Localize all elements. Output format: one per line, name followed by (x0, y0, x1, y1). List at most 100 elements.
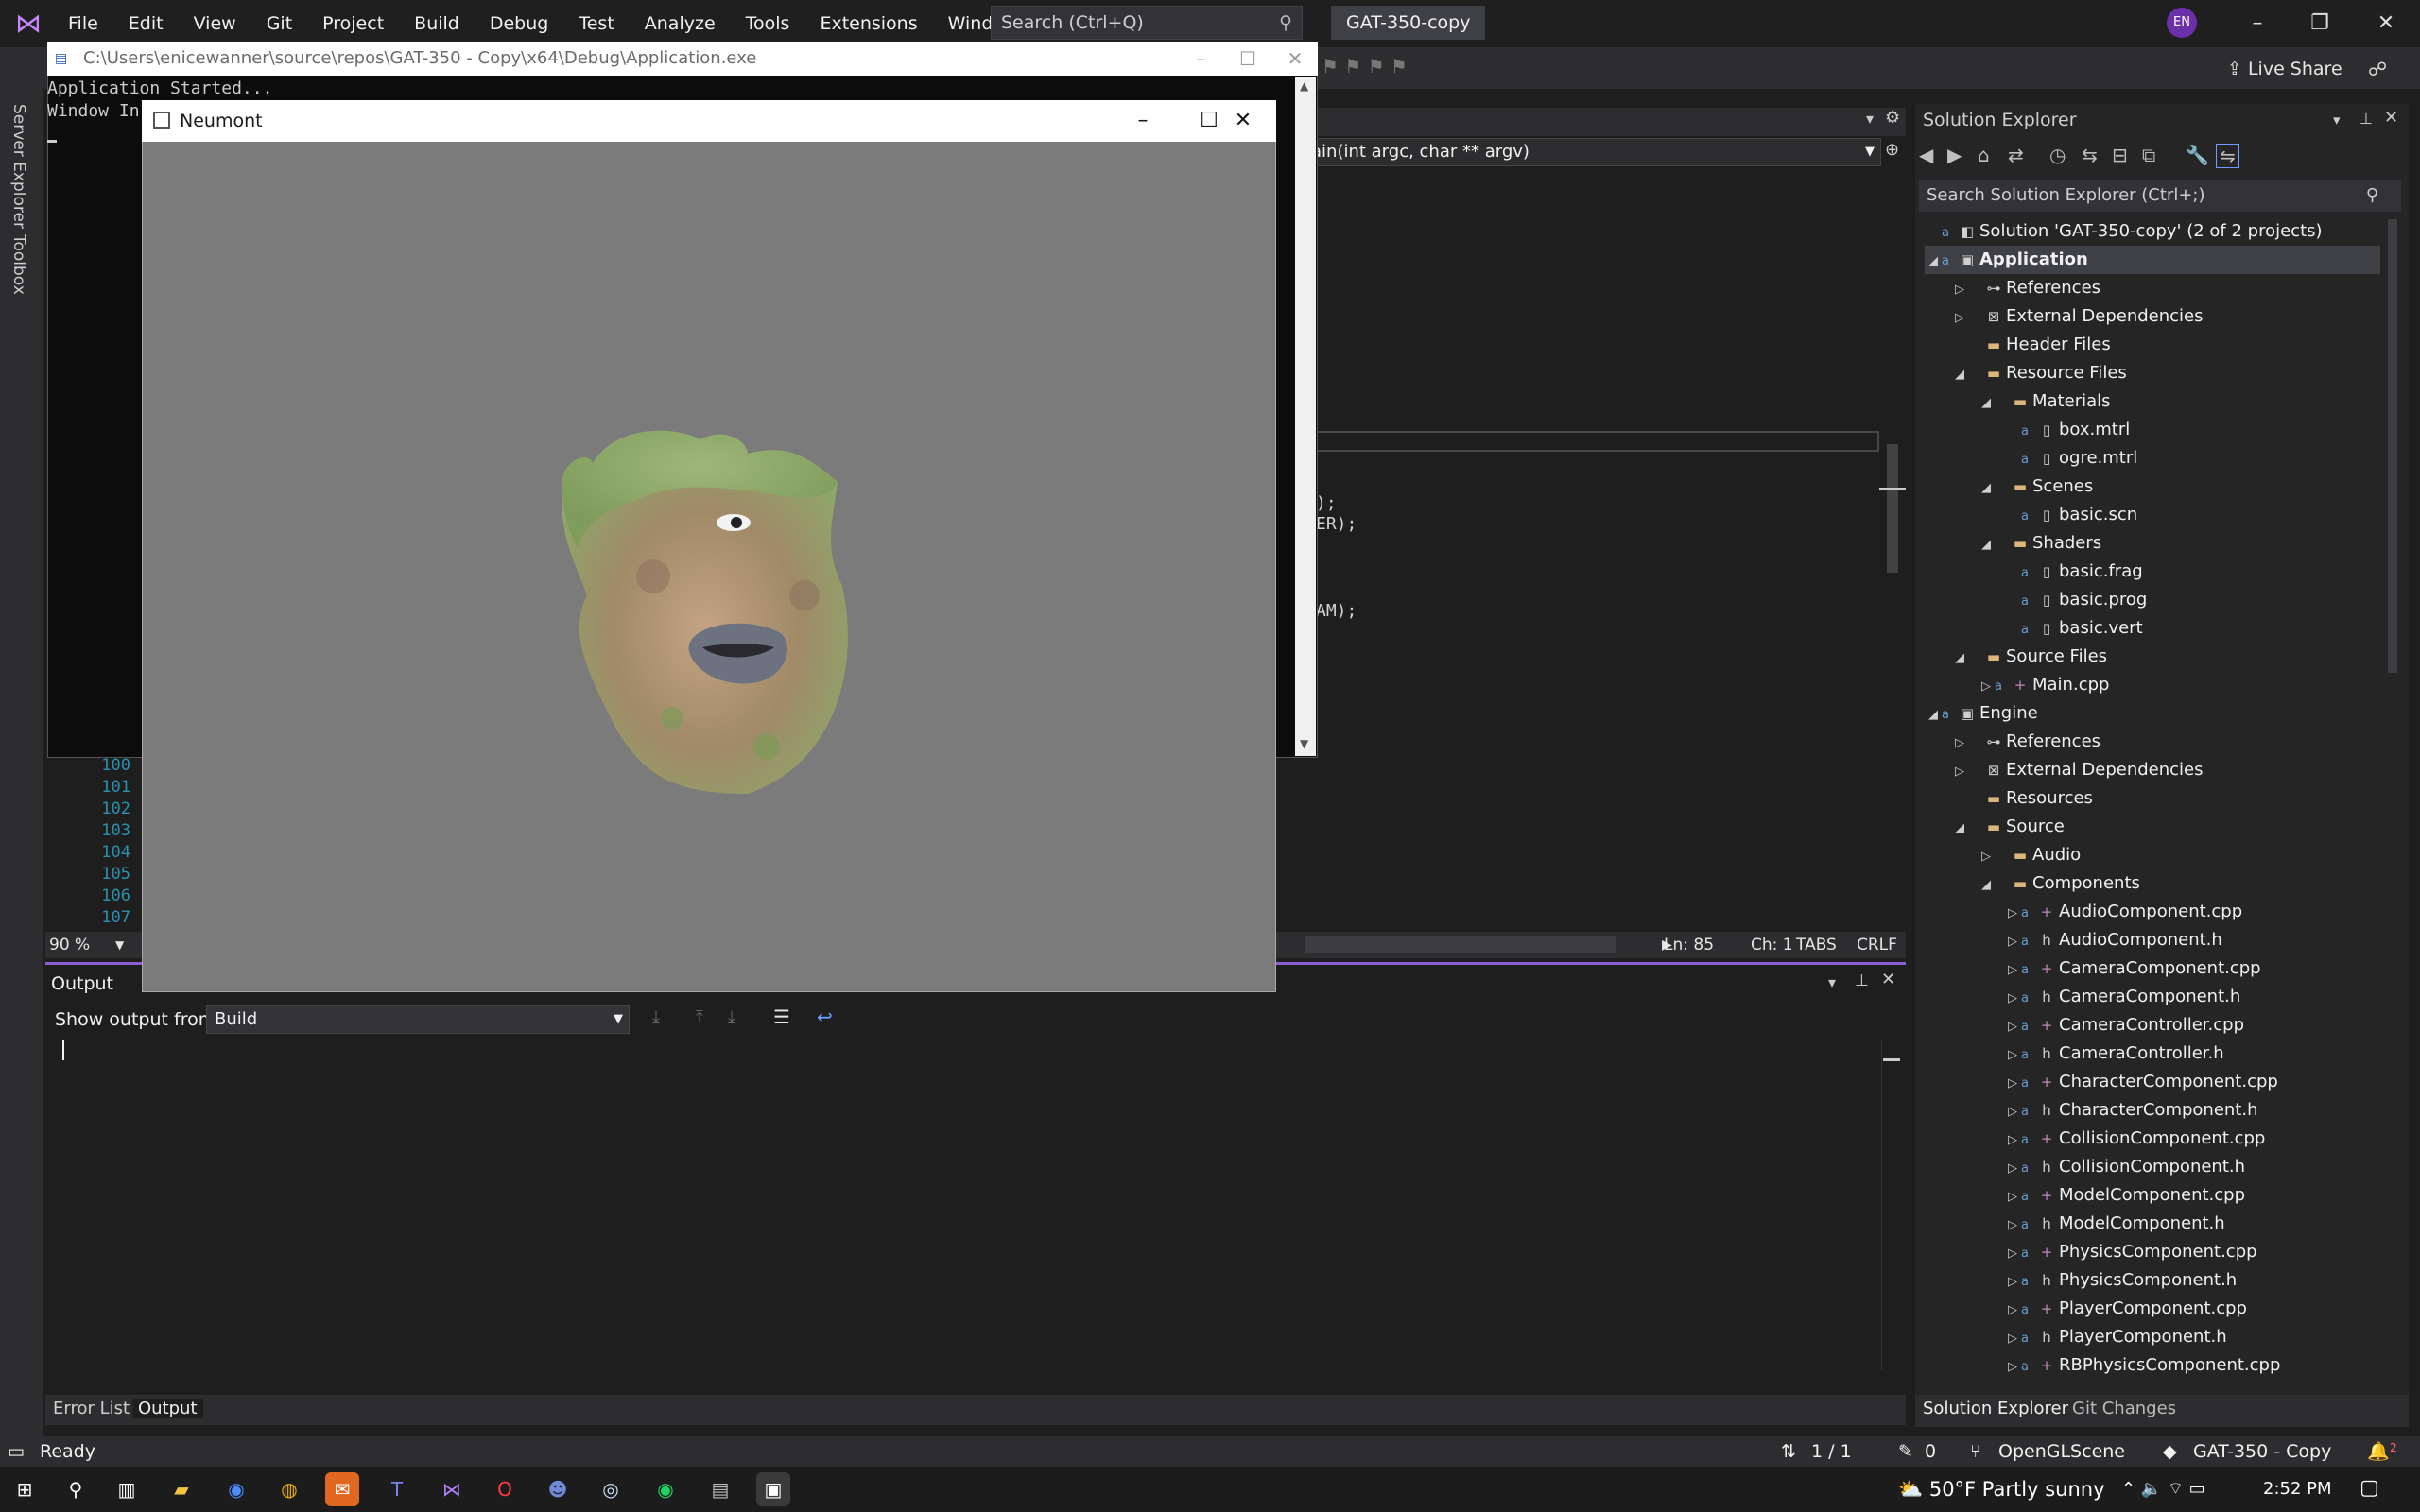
menu-test[interactable]: Test (563, 0, 629, 47)
pin-icon[interactable]: ⊥ (1855, 971, 1869, 990)
search-icon[interactable]: ⚲ (59, 1472, 93, 1506)
windows-start-icon[interactable]: ⊞ (8, 1472, 42, 1506)
menu-tools[interactable]: Tools (731, 0, 805, 47)
tree-scroll-thumb[interactable] (2388, 219, 2397, 673)
minimize-icon[interactable]: – (1110, 100, 1176, 142)
collapsed-arrow-icon[interactable]: ▷ (1951, 758, 1968, 786)
expanded-arrow-icon[interactable]: ◢ (1978, 871, 1995, 900)
opera-icon[interactable]: O (488, 1472, 522, 1506)
panel-options-icon[interactable]: ▾ (1828, 973, 1836, 991)
member-dropdown[interactable]: ain(int argc, char ** argv) ▼ (1305, 138, 1881, 166)
tree-item[interactable]: ▷ a + RBPhysicsComponent.cpp (2004, 1351, 2280, 1380)
collapsed-arrow-icon[interactable]: ▷ (2004, 1240, 2021, 1268)
scroll-down-icon[interactable]: ▼ (1300, 737, 1308, 750)
expanded-arrow-icon[interactable]: ◢ (1978, 531, 1995, 559)
collapsed-arrow-icon[interactable]: ▷ (2004, 956, 2021, 985)
tree-item[interactable]: ▷ a h PlayerComponent.h (2004, 1323, 2227, 1351)
close-icon[interactable]: ✕ (1267, 42, 1323, 76)
tree-item[interactable]: ▷ a h AudioComponent.h (2004, 926, 2222, 954)
console-scrollbar[interactable]: ▲ ▼ (1295, 77, 1316, 756)
tree-item[interactable]: ▷ ⊠ External Dependencies (1951, 302, 2204, 331)
visual-studio-icon[interactable]: ⋈ (435, 1472, 469, 1506)
collapsed-arrow-icon[interactable]: ▷ (2004, 1183, 2021, 1211)
close-icon[interactable]: ✕ (1210, 100, 1276, 142)
repo-name[interactable]: GAT-350 - Copy (2193, 1436, 2331, 1467)
steam-icon[interactable]: ◎ (594, 1472, 628, 1506)
prev-message-icon[interactable]: ⤒ (696, 1007, 703, 1027)
home-icon[interactable]: ⌂ (1978, 144, 1990, 166)
task-view-icon[interactable]: ▥ (110, 1472, 144, 1506)
tree-item[interactable]: a ▯ basic.vert (2004, 614, 2143, 643)
nav-count[interactable]: 1 / 1 (1811, 1436, 1852, 1467)
output-horizontal-scrollbar[interactable] (51, 1374, 1881, 1391)
output-vertical-scrollbar[interactable] (1881, 1040, 1900, 1370)
collapsed-arrow-icon[interactable]: ▷ (2004, 1098, 2021, 1126)
repo-icon[interactable]: ◆ (2163, 1436, 2177, 1467)
switch-views-icon[interactable]: ⇄ (2008, 144, 2024, 166)
collapsed-arrow-icon[interactable]: ▷ (2004, 1325, 2021, 1353)
collapsed-arrow-icon[interactable]: ▷ (1951, 276, 1968, 304)
tree-item[interactable]: a ◧ Solution 'GAT-350-copy' (2 of 2 projec… (1925, 217, 2323, 246)
restore-icon[interactable]: ❐ (2291, 0, 2348, 47)
file-explorer-icon[interactable]: ▰ (164, 1472, 199, 1506)
line-ending-indicator[interactable]: CRLF (1857, 932, 1897, 958)
tree-item[interactable]: ▷ a h CameraController.h (2004, 1040, 2224, 1068)
tab-list-dropdown-icon[interactable]: ▾ (1866, 110, 1874, 128)
next-message-icon[interactable]: ⤓ (728, 1007, 735, 1027)
menu-analyze[interactable]: Analyze (630, 0, 731, 47)
find-message-icon[interactable]: ⤓ (652, 1007, 660, 1027)
tree-item[interactable]: ◢ ▬ Materials (1978, 387, 2111, 416)
collapsed-arrow-icon[interactable]: ▷ (2004, 1041, 2021, 1070)
close-icon[interactable]: ✕ (2358, 0, 2414, 47)
collapse-all-icon[interactable]: ⊟ (2112, 144, 2128, 166)
minimize-icon[interactable]: – (2229, 0, 2286, 47)
tree-item[interactable]: a ▯ basic.scn (2004, 501, 2137, 529)
properties-icon[interactable]: 🔧 (2186, 144, 2209, 166)
spotify-icon[interactable]: ◉ (648, 1472, 683, 1506)
tree-item[interactable]: ▷ a h CharacterComponent.h (2004, 1096, 2258, 1125)
tree-item[interactable]: ◢ ▬ Resource Files (1951, 359, 2127, 387)
tree-item[interactable]: ▷ ▬ Audio (1978, 841, 2081, 869)
tree-item[interactable]: ◢ a ▣ Application (1925, 246, 2380, 274)
tree-item[interactable]: ▷ ⊶ References (1951, 728, 2100, 756)
menu-view[interactable]: View (179, 0, 251, 47)
pending-changes-icon[interactable]: ◷ (2049, 144, 2066, 166)
menu-edit[interactable]: Edit (113, 0, 179, 47)
zoom-dropdown-icon[interactable]: ▼ (115, 932, 124, 958)
collapsed-arrow-icon[interactable]: ▷ (2004, 1211, 2021, 1240)
tree-item[interactable]: ▷ ⊶ References (1951, 274, 2100, 302)
column-indicator[interactable]: Ch: 1 (1751, 932, 1793, 958)
tree-item[interactable]: ▷ a + CollisionComponent.cpp (2004, 1125, 2265, 1153)
collapsed-arrow-icon[interactable]: ▷ (2004, 1126, 2021, 1155)
output-source-select[interactable]: Build ▼ (206, 1005, 630, 1034)
editor-scroll-thumb[interactable] (1887, 444, 1898, 573)
collapsed-arrow-icon[interactable]: ▷ (2004, 1297, 2021, 1325)
discord-icon[interactable]: ☻ (541, 1472, 575, 1506)
tab-server-explorer[interactable]: Server Explorer (9, 104, 28, 229)
collapsed-arrow-icon[interactable]: ▷ (2004, 1268, 2021, 1297)
collapsed-arrow-icon[interactable]: ▷ (2004, 928, 2021, 956)
tree-item[interactable]: ▷ a + Main.cpp (1978, 671, 2109, 699)
tree-item[interactable]: ▷ a h CollisionComponent.h (2004, 1153, 2245, 1181)
collapsed-arrow-icon[interactable]: ▷ (2004, 985, 2021, 1013)
tray-icons[interactable]: ⌃ 🔈 ⌔ ▭ (2121, 1478, 2205, 1500)
tree-item[interactable]: ▷ a + PhysicsComponent.cpp (2004, 1238, 2257, 1266)
tree-item[interactable]: ▷ a h CameraComponent.h (2004, 983, 2240, 1011)
tree-item[interactable]: a ▯ basic.frag (2004, 558, 2143, 586)
tree-item[interactable]: a ▯ ogre.mtrl (2004, 444, 2137, 472)
tree-item[interactable]: ▬ Header Files (1951, 331, 2111, 359)
visual-studio-logo-icon[interactable]: ⋈ (15, 9, 45, 38)
tab-git-changes[interactable]: Git Changes (2072, 1399, 2176, 1418)
zoom-level[interactable]: 90 % (49, 932, 90, 958)
tree-item[interactable]: ▷ a + CameraComponent.cpp (2004, 954, 2261, 983)
feedback-icon[interactable]: ☍ (2368, 55, 2387, 83)
neumont-app-icon[interactable]: ▣ (756, 1472, 790, 1506)
word-wrap-icon[interactable]: ↩ (817, 1005, 833, 1028)
tree-item[interactable]: ▷ a + CharacterComponent.cpp (2004, 1068, 2278, 1096)
action-center-icon[interactable]: ▢ (2360, 1476, 2379, 1500)
collapsed-arrow-icon[interactable]: ▷ (2004, 1070, 2021, 1098)
menu-git[interactable]: Git (251, 0, 307, 47)
tree-item[interactable]: ◢ ▬ Components (1978, 869, 2140, 898)
tree-item[interactable]: a ▯ box.mtrl (2004, 416, 2130, 444)
tree-item[interactable]: ▬ Resources (1951, 784, 2093, 813)
